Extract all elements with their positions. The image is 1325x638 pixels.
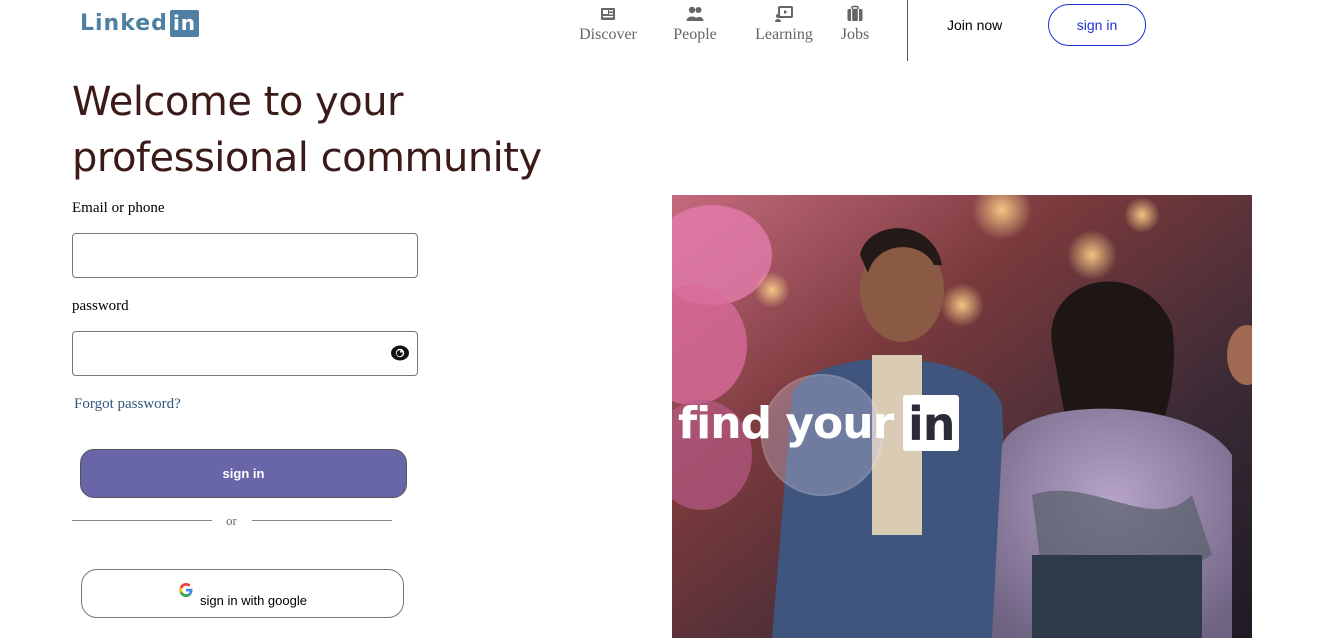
people-icon xyxy=(686,6,704,21)
sign-in-button[interactable]: sign in xyxy=(80,449,407,498)
nav-item-label: People xyxy=(673,26,717,43)
show-password-eye-icon[interactable] xyxy=(391,345,409,361)
or-divider-right xyxy=(252,520,392,521)
nav-item-jobs[interactable]: Jobs xyxy=(830,0,880,62)
newspaper-icon xyxy=(601,8,615,20)
page-title: Welcome to your professional community xyxy=(72,74,542,186)
email-label: Email or phone xyxy=(72,200,165,216)
nav-item-label: Learning xyxy=(755,26,813,43)
nav-item-people[interactable]: People xyxy=(654,0,736,62)
join-now-link[interactable]: Join now xyxy=(947,17,1002,33)
header-sign-in-button[interactable]: sign in xyxy=(1048,4,1146,46)
password-field[interactable] xyxy=(72,331,418,376)
top-nav: Discover People Learning Jobs xyxy=(570,0,880,62)
hero-image: find your in xyxy=(672,195,1252,638)
hero-tagline: find your in xyxy=(678,395,960,451)
learning-icon xyxy=(775,6,793,22)
or-label: or xyxy=(226,513,237,528)
forgot-password-link[interactable]: Forgot password? xyxy=(74,396,181,413)
nav-item-label: Discover xyxy=(579,26,637,43)
google-sign-in-button[interactable]: sign in with google xyxy=(81,569,404,618)
hero-tagline-badge: in xyxy=(903,395,960,451)
page-title-line-1: Welcome to your xyxy=(72,79,404,125)
nav-item-label: Jobs xyxy=(840,26,870,43)
or-divider-left xyxy=(72,520,212,521)
password-label: password xyxy=(72,298,129,314)
logo-badge: in xyxy=(169,9,200,37)
email-field[interactable] xyxy=(72,233,418,278)
nav-item-discover[interactable]: Discover xyxy=(570,0,646,62)
nav-divider xyxy=(907,0,908,61)
briefcase-icon xyxy=(847,5,863,21)
google-sign-in-label: sign in with google xyxy=(200,593,307,608)
hero-tagline-text: find your xyxy=(678,397,894,449)
google-icon xyxy=(179,582,193,597)
logo-text: Linked xyxy=(80,10,168,36)
linkedin-logo[interactable]: Linked in xyxy=(80,8,200,38)
nav-item-learning[interactable]: Learning xyxy=(742,0,826,62)
page-title-line-2: professional community xyxy=(72,135,542,181)
